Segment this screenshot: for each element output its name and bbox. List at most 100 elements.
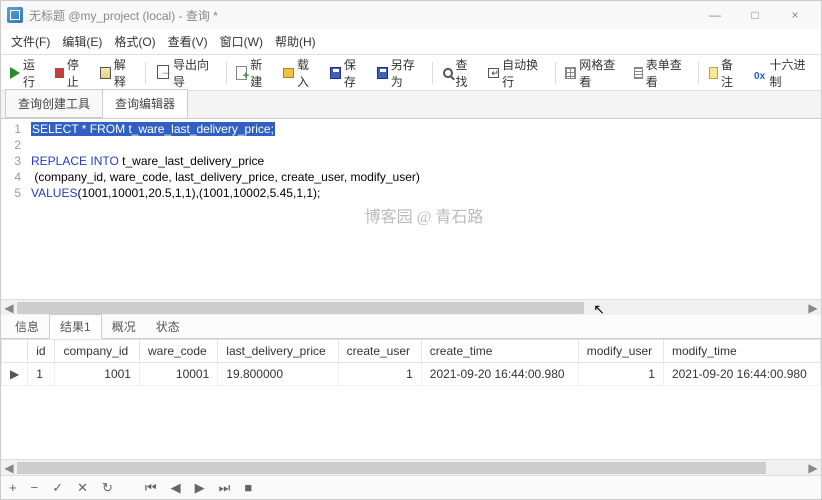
col-last-delivery-price[interactable]: last_delivery_price [218, 340, 338, 363]
col-create-user[interactable]: create_user [338, 340, 421, 363]
maximize-button[interactable]: □ [735, 1, 775, 29]
row-pointer-header [2, 340, 28, 363]
cell-ware-code[interactable]: 10001 [139, 363, 217, 386]
wrap-icon [488, 68, 499, 78]
mouse-cursor-icon: ↖ [593, 301, 605, 318]
menu-edit[interactable]: 编辑(E) [56, 30, 108, 53]
cell-modify-time[interactable]: 2021-09-20 16:44:00.980 [663, 363, 820, 386]
code-line-1: SELECT * FROM t_ware_last_delivery_price… [31, 122, 275, 136]
menu-bar: 文件(F) 编辑(E) 格式(O) 查看(V) 窗口(W) 帮助(H) [1, 29, 821, 55]
find-button[interactable]: 查找 [438, 53, 481, 93]
menu-help[interactable]: 帮助(H) [269, 30, 322, 53]
grid-scroll-track[interactable] [17, 460, 805, 475]
stop-label: 停止 [67, 56, 88, 90]
remove-record-button[interactable]: − [29, 480, 41, 495]
nav-stop-button[interactable]: ■ [242, 480, 254, 495]
separator [555, 62, 556, 84]
table-row[interactable]: ▶ 1 1001 10001 19.800000 1 2021-09-20 16… [2, 363, 821, 386]
keyword-values: VALUES [31, 186, 77, 200]
col-id[interactable]: id [28, 340, 55, 363]
grid-scrollbar[interactable]: ◀ ▶ [1, 459, 821, 475]
auto-wrap-button[interactable]: 自动换行 [483, 53, 549, 93]
search-icon [443, 68, 452, 78]
next-record-button[interactable]: ▶ [193, 480, 207, 496]
keyword-replace-into: REPLACE INTO [31, 154, 119, 168]
cell-create-user[interactable]: 1 [338, 363, 421, 386]
col-create-time[interactable]: create_time [421, 340, 578, 363]
form-icon [634, 67, 643, 79]
menu-window[interactable]: 窗口(W) [214, 30, 269, 53]
cell-modify-user[interactable]: 1 [578, 363, 663, 386]
tab-query-builder[interactable]: 查询创建工具 [5, 89, 103, 118]
export-wizard-button[interactable]: 导出向导 [151, 53, 221, 93]
minimize-button[interactable]: — [695, 1, 735, 29]
editor-scrollbar[interactable]: ◀ ↖ ▶ [1, 299, 821, 315]
sql-editor[interactable]: 12345 SELECT * FROM t_ware_last_delivery… [1, 119, 821, 299]
tab-info[interactable]: 信息 [5, 315, 49, 338]
col-ware-code[interactable]: ware_code [139, 340, 217, 363]
col-modify-user[interactable]: modify_user [578, 340, 663, 363]
cell-company-id[interactable]: 1001 [55, 363, 140, 386]
run-label: 运行 [23, 56, 43, 90]
scroll-right-icon[interactable]: ▶ [805, 300, 821, 316]
menu-file[interactable]: 文件(F) [5, 30, 56, 53]
cell-create-time[interactable]: 2021-09-20 16:44:00.980 [421, 363, 578, 386]
note-icon [709, 67, 718, 79]
cell-id[interactable]: 1 [28, 363, 55, 386]
code-area[interactable]: SELECT * FROM t_ware_last_delivery_price… [27, 119, 821, 299]
code-line-4: (company_id, ware_code, last_delivery_pr… [31, 169, 817, 185]
separator [145, 62, 146, 84]
tab-profile[interactable]: 概况 [102, 315, 146, 338]
stop-icon [55, 68, 64, 78]
title-bar: 无标题 @my_project (local) - 查询 * — □ × [1, 1, 821, 29]
cell-last-delivery-price[interactable]: 19.800000 [218, 363, 338, 386]
export-icon [156, 65, 170, 81]
grid-scroll-left-icon[interactable]: ◀ [1, 460, 17, 475]
tab-query-editor[interactable]: 查询编辑器 [102, 89, 188, 118]
save-button[interactable]: 保存 [325, 53, 370, 93]
stop-button[interactable]: 停止 [50, 53, 93, 93]
notes-button[interactable]: 备注 [704, 53, 747, 93]
close-button[interactable]: × [775, 1, 815, 29]
scroll-thumb[interactable] [17, 302, 584, 314]
notes-label: 备注 [721, 56, 742, 90]
col-modify-time[interactable]: modify_time [663, 340, 820, 363]
cancel-button[interactable]: ✕ [75, 480, 90, 496]
grid-scroll-thumb[interactable] [17, 462, 766, 474]
hex-button[interactable]: 十六进制 [749, 53, 817, 93]
load-button[interactable]: 载入 [278, 53, 323, 93]
save-as-button[interactable]: 另存为 [372, 53, 428, 93]
explain-button[interactable]: 解释 [95, 53, 140, 93]
add-record-button[interactable]: + [7, 480, 19, 495]
form-view-label: 表单查看 [646, 56, 688, 90]
hex-label: 十六进制 [769, 56, 812, 90]
grid-scroll-right-icon[interactable]: ▶ [805, 460, 821, 475]
export-label: 导出向导 [173, 56, 216, 90]
col-company-id[interactable]: company_id [55, 340, 140, 363]
first-record-button[interactable]: ⏮ [143, 480, 159, 496]
scroll-track[interactable]: ↖ [17, 300, 805, 316]
save-icon [330, 67, 341, 79]
tab-status[interactable]: 状态 [146, 315, 190, 338]
new-button[interactable]: 新建 [231, 53, 276, 93]
last-record-button[interactable]: ⏭ [217, 480, 233, 496]
refresh-button[interactable]: ↻ [100, 480, 115, 496]
header-row: id company_id ware_code last_delivery_pr… [2, 340, 821, 363]
scroll-left-icon[interactable]: ◀ [1, 300, 17, 316]
find-label: 查找 [456, 56, 477, 90]
result-grid[interactable]: id company_id ware_code last_delivery_pr… [1, 339, 821, 459]
record-nav: + − ✓ ✕ ↻ ⏮ ◀ ▶ ⏭ ■ [1, 475, 821, 499]
save-as-label: 另存为 [391, 56, 423, 90]
grid-view-button[interactable]: 网格查看 [560, 53, 626, 93]
tab-result1[interactable]: 结果1 [49, 314, 102, 339]
play-icon [10, 67, 20, 79]
editor-tabs: 查询创建工具 查询编辑器 [1, 91, 821, 119]
confirm-button[interactable]: ✓ [50, 480, 65, 496]
menu-view[interactable]: 查看(V) [162, 30, 214, 53]
grid-icon [565, 67, 576, 79]
prev-record-button[interactable]: ◀ [169, 480, 183, 496]
save-label: 保存 [344, 56, 365, 90]
run-button[interactable]: 运行 [5, 53, 48, 93]
menu-format[interactable]: 格式(O) [108, 30, 161, 53]
form-view-button[interactable]: 表单查看 [629, 53, 693, 93]
